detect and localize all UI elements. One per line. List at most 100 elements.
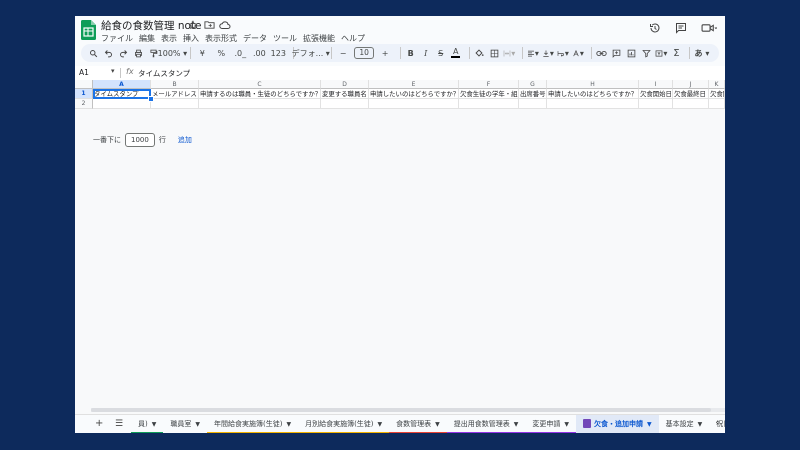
column-header[interactable]: K — [709, 80, 725, 89]
empty-cell[interactable] — [519, 99, 547, 109]
header-cell[interactable]: 申請するのは職員・生徒のどちらですか？ — [199, 89, 321, 99]
currency-format-button[interactable]: ¥ — [194, 46, 210, 60]
column-header[interactable]: G — [519, 80, 547, 89]
column-header[interactable]: A — [93, 80, 151, 89]
filter-views-icon[interactable]: ▾ — [655, 46, 667, 60]
cloud-saved-icon[interactable] — [219, 19, 231, 31]
header-cell[interactable]: 欠食開始日 — [639, 89, 673, 99]
sheet-tab[interactable]: 欠食・追加申請 ▼ — [576, 415, 659, 433]
empty-cell[interactable] — [369, 99, 459, 109]
menu-item[interactable]: ファイル — [101, 33, 133, 44]
sheet-tab[interactable]: 食数管理表 ▼ — [389, 415, 447, 433]
column-header[interactable]: H — [547, 80, 639, 89]
chevron-down-icon[interactable]: ▼ — [378, 421, 383, 428]
menu-item[interactable]: ヘルプ — [341, 33, 365, 44]
sheet-tab[interactable]: 員) ▼ — [131, 415, 164, 433]
vertical-align-icon[interactable]: ▾ — [542, 46, 554, 60]
header-cell[interactable]: 欠食生徒の学年・組 — [459, 89, 519, 99]
zoom-select[interactable]: 100% ▾ — [158, 46, 187, 60]
empty-cell[interactable] — [459, 99, 519, 109]
add-rows-button[interactable]: 追加 — [178, 135, 192, 145]
select-all-corner[interactable] — [75, 80, 93, 89]
column-header[interactable]: F — [459, 80, 519, 89]
chevron-down-icon[interactable]: ▼ — [564, 421, 569, 428]
move-folder-icon[interactable] — [203, 19, 215, 31]
sheet-tab[interactable]: 提出用食数管理表 ▼ — [446, 415, 526, 433]
insert-chart-icon[interactable] — [625, 46, 637, 60]
font-size-increase-button[interactable]: + — [377, 46, 393, 60]
empty-cell[interactable] — [93, 99, 151, 109]
version-history-icon[interactable] — [649, 22, 661, 34]
chevron-down-icon[interactable]: ▾ — [111, 67, 115, 75]
borders-icon[interactable] — [488, 46, 500, 60]
column-header[interactable]: C — [199, 80, 321, 89]
menu-item[interactable]: データ — [243, 33, 267, 44]
sheet-tab[interactable]: 基本設定 ▼ — [659, 415, 710, 433]
text-wrapping-icon[interactable]: ▾ — [557, 46, 569, 60]
empty-cell[interactable] — [709, 99, 725, 109]
sheet-tab[interactable]: 変更申請 ▼ — [525, 415, 577, 433]
fill-handle[interactable] — [148, 96, 154, 102]
column-header[interactable]: J — [673, 80, 709, 89]
increase-decimal-button[interactable]: .00 — [251, 46, 267, 60]
italic-icon[interactable]: I — [420, 46, 432, 60]
chevron-down-icon[interactable]: ▼ — [286, 421, 291, 428]
header-cell[interactable]: メールアドレス — [151, 89, 199, 99]
horizontal-align-icon[interactable]: ▾ — [527, 46, 539, 60]
menu-item[interactable]: 編集 — [139, 33, 155, 44]
add-rows-count-input[interactable]: 1000 — [125, 133, 155, 147]
horizontal-scrollbar[interactable] — [91, 408, 725, 412]
chevron-down-icon[interactable]: ▼ — [698, 421, 703, 428]
empty-cell[interactable] — [151, 99, 199, 109]
empty-cell[interactable] — [199, 99, 321, 109]
insert-link-icon[interactable] — [595, 46, 607, 60]
text-color-icon[interactable]: A — [450, 46, 462, 60]
empty-cell[interactable] — [639, 99, 673, 109]
print-icon[interactable] — [132, 46, 144, 60]
functions-icon[interactable]: Σ — [670, 46, 682, 60]
text-rotation-icon[interactable]: ▾ — [572, 46, 584, 60]
strikethrough-icon[interactable]: S — [435, 46, 447, 60]
header-cell[interactable]: 申請したいのはどちらですか？ — [547, 89, 639, 99]
sheet-tab[interactable]: 年間給食実施簿(生徒) ▼ — [206, 415, 299, 433]
menu-item[interactable]: 挿入 — [183, 33, 199, 44]
empty-cell[interactable] — [673, 99, 709, 109]
chevron-down-icon[interactable]: ▼ — [435, 421, 440, 428]
star-icon[interactable] — [187, 19, 199, 31]
column-header[interactable]: D — [321, 80, 369, 89]
meet-video-icon[interactable] — [701, 22, 717, 34]
chevron-down-icon[interactable]: ▼ — [152, 421, 157, 428]
scrollbar-thumb[interactable] — [91, 408, 711, 412]
column-header[interactable]: B — [151, 80, 199, 89]
menu-item[interactable]: ツール — [273, 33, 297, 44]
sheet-tab[interactable]: 月別給食実施簿(生徒) ▼ — [298, 415, 390, 433]
decrease-decimal-button[interactable]: .0_ — [232, 46, 248, 60]
active-cell[interactable]: タイムスタンプ — [93, 89, 151, 99]
row-header[interactable]: 1 — [75, 89, 93, 99]
formula-input[interactable]: タイムスタンプ — [138, 68, 190, 79]
header-cell[interactable]: 欠食開 — [709, 89, 725, 99]
empty-cell[interactable] — [321, 99, 369, 109]
fill-color-icon[interactable] — [473, 46, 485, 60]
undo-icon[interactable] — [102, 46, 114, 60]
header-cell[interactable]: 欠食最終日 — [673, 89, 709, 99]
add-sheet-icon[interactable]: + — [95, 418, 103, 429]
all-sheets-menu-icon[interactable]: ☰ — [115, 419, 123, 429]
insert-comment-icon[interactable] — [610, 46, 622, 60]
header-cell[interactable]: 出席番号 — [519, 89, 547, 99]
column-header[interactable]: E — [369, 80, 459, 89]
empty-cell[interactable] — [547, 99, 639, 109]
percent-format-button[interactable]: % — [213, 46, 229, 60]
font-family-select[interactable]: デフォ... ▾ — [292, 46, 330, 60]
header-cell[interactable]: 申請したいのはどちらですか？ — [369, 89, 459, 99]
chevron-down-icon[interactable]: ▼ — [514, 421, 519, 428]
input-tools-select[interactable]: あ ▾ — [694, 46, 710, 60]
menu-item[interactable]: 表示 — [161, 33, 177, 44]
font-size-decrease-button[interactable]: − — [335, 46, 351, 60]
redo-icon[interactable] — [117, 46, 129, 60]
menu-item[interactable]: 拡張機能 — [303, 33, 335, 44]
number-format-button[interactable]: 123 — [270, 46, 286, 60]
column-header[interactable]: I — [639, 80, 673, 89]
merge-cells-icon[interactable]: ▾ — [503, 46, 515, 60]
sheet-tab[interactable]: 職員室 ▼ — [163, 415, 207, 433]
